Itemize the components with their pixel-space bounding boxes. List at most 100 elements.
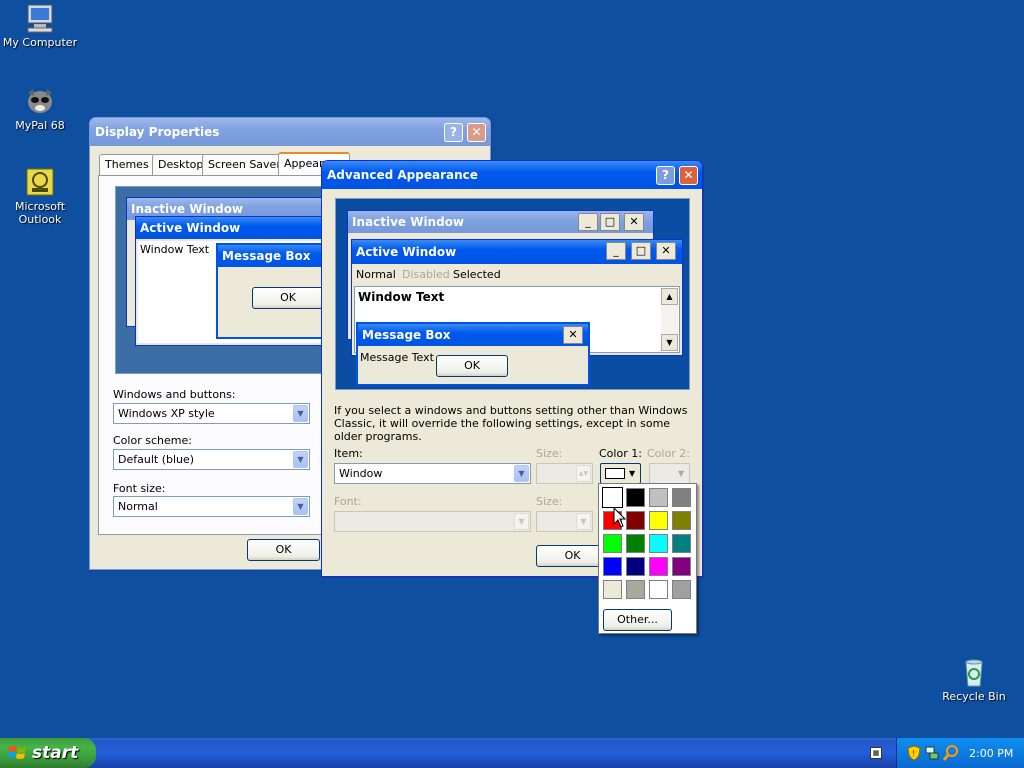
color-swatch[interactable] (649, 488, 668, 507)
advanced-appearance-titlebar[interactable]: Advanced Appearance ? ✕ (322, 161, 702, 189)
color-swatch[interactable] (649, 557, 668, 576)
color-swatch[interactable] (649, 534, 668, 553)
color-picker-popup: Other... (598, 483, 697, 634)
tab-themes[interactable]: Themes (99, 154, 155, 175)
preview-menu-disabled: Disabled (402, 268, 450, 281)
color-scheme-label: Color scheme: (113, 434, 192, 447)
desktop-icon-my-computer[interactable]: My Computer (0, 2, 80, 49)
windows-buttons-select[interactable]: Windows XP style ▼ (113, 403, 310, 424)
minimize-icon: _ (578, 213, 598, 231)
chevron-down-icon: ▼ (678, 469, 685, 478)
preview-message-title: Message Box (218, 245, 334, 267)
preview-message-title: Message Box ✕ (358, 324, 588, 346)
my-computer-icon (24, 2, 56, 34)
color-swatch[interactable] (672, 580, 691, 599)
system-tray: ! 2:00 PM (896, 738, 1024, 768)
font-size-select[interactable]: ▼ (536, 511, 593, 532)
mouse-cursor-icon (613, 507, 627, 528)
color-swatch[interactable] (649, 511, 668, 530)
color-swatch[interactable] (603, 534, 622, 553)
color-swatch[interactable] (649, 580, 668, 599)
recycle-bin-icon (958, 656, 990, 688)
outlook-icon (24, 166, 56, 198)
preview-menu-normal: Normal (356, 268, 396, 281)
window-title: Advanced Appearance (327, 168, 478, 182)
taskbar: start ▦ ! 2:00 PM (0, 738, 1024, 768)
chevron-down-icon[interactable]: ▼ (514, 465, 529, 482)
color-swatch[interactable] (626, 488, 645, 507)
desktop-icon-mypal[interactable]: MyPal 68 (0, 85, 80, 132)
preview-ok-button: OK (436, 355, 508, 377)
close-button[interactable]: ✕ (467, 123, 486, 142)
font-size-label: Size: (536, 495, 563, 508)
color2-button[interactable]: ▼ (649, 463, 690, 484)
item-value: Window (339, 467, 383, 480)
color-swatch[interactable] (672, 557, 691, 576)
security-shield-icon[interactable]: ! (907, 745, 921, 761)
search-icon[interactable] (943, 745, 959, 761)
close-icon: ✕ (656, 242, 676, 260)
preview-message-title-text: Message Box (362, 328, 451, 342)
chevron-down-icon[interactable]: ▼ (293, 498, 308, 515)
color-scheme-select[interactable]: Default (blue) ▼ (113, 449, 310, 470)
color1-label: Color 1: (599, 447, 642, 460)
chevron-down-icon[interactable]: ▼ (293, 405, 308, 422)
color-swatch[interactable] (672, 511, 691, 530)
color-swatch[interactable] (672, 534, 691, 553)
color-swatch[interactable] (626, 580, 645, 599)
color-swatch[interactable] (603, 580, 622, 599)
color-scheme-value: Default (blue) (118, 453, 195, 466)
ok-button[interactable]: OK (247, 539, 320, 561)
minimize-icon: _ (606, 242, 626, 260)
preview-active-title: Active Window _ □ ✕ (352, 240, 682, 264)
preview-menu-selected: Selected (453, 268, 501, 281)
advanced-preview: Inactive Window _ □ ✕ Active Window _ □ … (335, 198, 690, 390)
windows-buttons-value: Windows XP style (118, 407, 215, 420)
color-swatch[interactable] (602, 487, 623, 508)
font-size-value: Normal (118, 500, 158, 513)
chevron-down-icon[interactable]: ▼ (514, 513, 529, 530)
color-swatch[interactable] (626, 557, 645, 576)
preview-ok-button: OK (252, 287, 324, 309)
scroll-down-icon: ▼ (661, 334, 678, 351)
color-swatch[interactable] (672, 488, 691, 507)
color-swatch[interactable] (626, 511, 645, 530)
item-select[interactable]: Window ▼ (334, 463, 531, 484)
network-icon[interactable] (925, 745, 939, 761)
color1-button[interactable]: ▼ (600, 463, 641, 484)
help-button[interactable]: ? (656, 166, 675, 185)
desktop: My Computer MyPal 68 Microsoft Outlook R… (0, 0, 1024, 738)
desktop-icon-recycle-bin[interactable]: Recycle Bin (934, 656, 1014, 703)
color-swatch[interactable] (603, 557, 622, 576)
help-button[interactable]: ? (444, 123, 463, 142)
color-swatch[interactable] (626, 534, 645, 553)
display-properties-titlebar[interactable]: Display Properties ? ✕ (90, 118, 490, 146)
tab-desktop[interactable]: Desktop (152, 154, 210, 175)
preview-message-text: Message Text (360, 351, 434, 364)
close-icon: ✕ (563, 326, 583, 344)
maximize-icon: □ (600, 213, 620, 231)
windows-buttons-label: Windows and buttons: (113, 388, 236, 401)
maximize-icon: □ (631, 242, 651, 260)
desktop-icon-outlook[interactable]: Microsoft Outlook (0, 166, 80, 226)
spinner-icon[interactable]: ▲▼ (576, 465, 591, 482)
start-label: start (32, 743, 79, 763)
start-button[interactable]: start (0, 738, 96, 768)
window-title: Display Properties (95, 125, 220, 139)
tab-screen-saver[interactable]: Screen Saver (202, 154, 287, 175)
size-spinner[interactable]: ▲▼ (536, 463, 593, 484)
desktop-icon-label: Recycle Bin (942, 690, 1006, 703)
close-button[interactable]: ✕ (679, 166, 698, 185)
color2-label: Color 2: (647, 447, 690, 460)
keyboard-icon[interactable]: ▦ (870, 747, 882, 759)
other-color-button[interactable]: Other... (603, 609, 672, 631)
font-size-select[interactable]: Normal ▼ (113, 496, 310, 517)
close-icon: ✕ (624, 213, 644, 231)
size-label: Size: (536, 447, 563, 460)
font-select[interactable]: ▼ (334, 511, 531, 532)
desktop-icon-label: MyPal 68 (15, 119, 65, 132)
chevron-down-icon[interactable]: ▼ (576, 513, 591, 530)
clock[interactable]: 2:00 PM (969, 747, 1013, 760)
color1-swatch (605, 468, 625, 479)
chevron-down-icon[interactable]: ▼ (293, 451, 308, 468)
